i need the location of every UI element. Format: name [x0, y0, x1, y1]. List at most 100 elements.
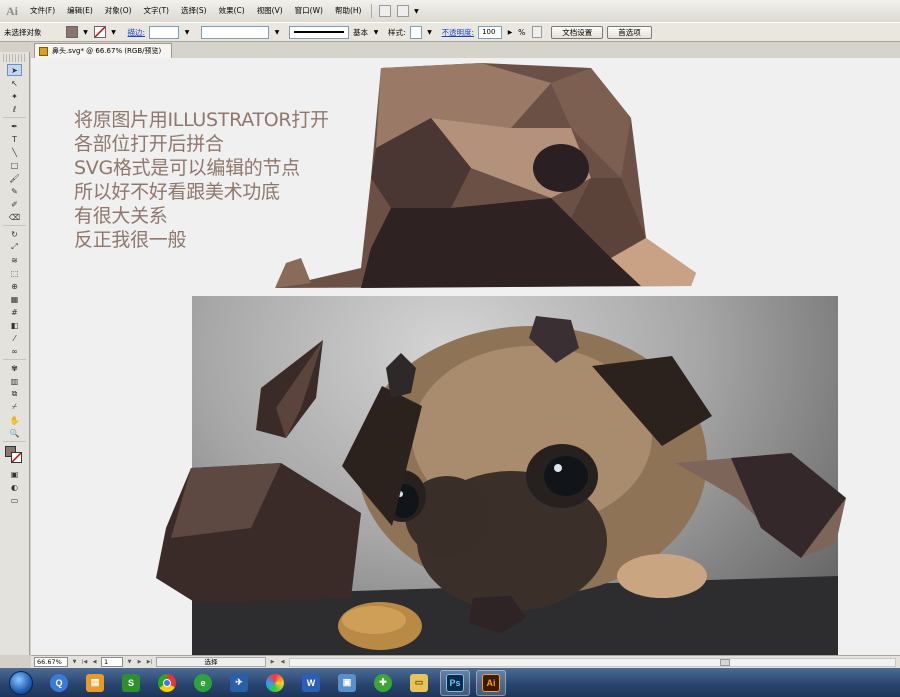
next-artboard-button[interactable]: ▶ — [136, 658, 143, 667]
illustrator-icon[interactable]: Ai — [476, 669, 506, 696]
scale-tool-icon[interactable]: ⤢ — [7, 241, 22, 253]
artboard-tool-icon[interactable]: ⧉ — [7, 388, 22, 400]
eraser-tool-icon[interactable]: ⌫ — [7, 211, 22, 223]
start-button[interactable] — [4, 668, 38, 697]
windows-taskbar: Q ▤ S e ✈ W ▣ ✚ ▭ Ps Ai — [0, 668, 900, 697]
menu-window[interactable]: 窗口(W) — [289, 0, 329, 22]
scrollbar-thumb[interactable] — [720, 658, 730, 666]
stroke-weight-dropdown-icon[interactable]: ▼ — [183, 26, 191, 38]
gradient-tool-icon[interactable]: ◧ — [7, 319, 22, 331]
symbol-sprayer-tool-icon[interactable]: ✾ — [7, 362, 22, 374]
note-line: 反正我很一般 — [74, 229, 187, 251]
lasso-tool-icon[interactable]: ℓ — [7, 103, 22, 115]
colorful-ball-icon[interactable] — [260, 670, 290, 696]
first-artboard-button[interactable]: |◀ — [81, 658, 88, 667]
rectangle-tool-icon[interactable]: □ — [7, 159, 22, 171]
photoshop-icon[interactable]: Ps — [440, 669, 470, 696]
menu-type[interactable]: 文字(T) — [138, 0, 175, 22]
menu-effect[interactable]: 效果(C) — [213, 0, 251, 22]
variable-width-field[interactable] — [201, 25, 270, 39]
opacity-dropdown-icon[interactable]: ▶ — [506, 26, 514, 38]
folder-icon[interactable]: ▭ — [404, 670, 434, 696]
artboard-dropdown-icon[interactable]: ▼ — [126, 658, 133, 667]
blend-tool-icon[interactable]: ∞ — [7, 345, 22, 357]
bridge-icon[interactable] — [379, 5, 392, 17]
word-icon[interactable]: W — [296, 670, 326, 696]
last-artboard-button[interactable]: ▶| — [146, 658, 153, 667]
stroke-weight-field[interactable] — [149, 25, 180, 39]
hand-tool-icon[interactable]: ✋ — [7, 414, 22, 426]
column-graph-tool-icon[interactable]: ▥ — [7, 375, 22, 387]
draw-mode-icon[interactable]: ◐ — [7, 481, 22, 493]
color-mode-buttons-icon[interactable]: ▣ — [7, 468, 22, 480]
menu-file[interactable]: 文件(F) — [24, 0, 61, 22]
line-tool-icon[interactable]: ╲ — [7, 146, 22, 158]
arrange-documents-icon[interactable] — [397, 5, 410, 17]
blob-brush-tool-icon[interactable]: ✐ — [7, 198, 22, 210]
green-plus-icon[interactable]: ✚ — [368, 670, 398, 696]
mesh-tool-icon[interactable]: # — [7, 306, 22, 318]
zoom-dropdown-icon[interactable]: ▼ — [71, 658, 78, 667]
stroke-dropdown-icon[interactable]: ▼ — [110, 26, 118, 38]
graphic-style-field[interactable] — [409, 25, 422, 39]
note-line: 将原图片用ILLUSTRATOR打开 — [74, 109, 329, 131]
type-tool-icon[interactable]: T — [7, 133, 22, 145]
free-transform-tool-icon[interactable]: ⬚ — [7, 267, 22, 279]
zoom-level-field[interactable]: 66.67% — [34, 657, 68, 667]
shape-builder-tool-icon[interactable]: ⊕ — [7, 280, 22, 292]
status-menu-icon[interactable]: ▶ — [269, 658, 276, 667]
screen-mode-icon[interactable]: ▭ — [7, 494, 22, 506]
menu-select[interactable]: 选择(S) — [175, 0, 213, 22]
brush-definition-preview[interactable] — [289, 25, 350, 39]
slice-tool-icon[interactable]: ⌿ — [7, 401, 22, 413]
note-line: 所以好不好看跟美术功底 — [74, 181, 280, 203]
previous-artboard-button[interactable]: ◀ — [91, 658, 98, 667]
qq-app-icon[interactable]: Q — [44, 670, 74, 696]
menu-object[interactable]: 对象(O) — [99, 0, 138, 22]
horizontal-scrollbar[interactable] — [289, 657, 896, 667]
magic-wand-tool-icon[interactable]: ✦ — [7, 90, 22, 102]
fill-stroke-proxy[interactable] — [2, 444, 28, 466]
perspective-grid-tool-icon[interactable]: ▦ — [7, 293, 22, 305]
ie-icon[interactable]: e — [188, 670, 218, 696]
chevron-down-icon[interactable]: ▼ — [412, 5, 420, 17]
eyedropper-tool-icon[interactable]: ⁄ — [7, 332, 22, 344]
current-tool-status[interactable]: 选择 — [156, 657, 266, 667]
style-dropdown-icon[interactable]: ▼ — [426, 26, 434, 38]
bird-app-icon[interactable]: ✈ — [224, 670, 254, 696]
stroke-proxy-swatch[interactable] — [10, 452, 22, 463]
rotate-tool-icon[interactable]: ↻ — [7, 228, 22, 240]
selection-tool-icon[interactable]: ➤ — [7, 64, 22, 76]
variable-width-dropdown-icon[interactable]: ▼ — [273, 26, 281, 38]
scroll-left-icon[interactable]: ◀ — [279, 658, 286, 667]
document-setup-button[interactable]: 文档设置 — [551, 25, 604, 39]
toolbox-grip[interactable] — [3, 54, 26, 62]
menu-view[interactable]: 视图(V) — [251, 0, 289, 22]
opacity-panel-link[interactable]: 不透明度: — [442, 27, 475, 38]
artboard-number-field[interactable]: 1 — [101, 657, 123, 667]
fill-color-swatch[interactable] — [65, 26, 78, 38]
pencil-tool-icon[interactable]: ✎ — [7, 185, 22, 197]
document-tab[interactable]: 鼻头.svg* @ 66.67% (RGB/预览) — [34, 43, 173, 58]
artboard-canvas[interactable]: 将原图片用ILLUSTRATOR打开 各部位打开后拼合 SVG格式是可以编辑的节… — [31, 58, 900, 655]
brush-dropdown-icon[interactable]: ▼ — [372, 26, 380, 38]
recolor-artwork-icon[interactable] — [532, 26, 543, 38]
file-explorer-green-icon[interactable]: ▤ — [80, 670, 110, 696]
pen-tool-icon[interactable]: ✒ — [7, 120, 22, 132]
width-tool-icon[interactable]: ≋ — [7, 254, 22, 266]
remote-desktop-icon[interactable]: ▣ — [332, 670, 362, 696]
direct-selection-tool-icon[interactable]: ↖ — [7, 77, 22, 89]
opacity-field[interactable]: 100 — [478, 25, 503, 39]
menu-edit[interactable]: 编辑(E) — [61, 0, 99, 22]
annotation-text[interactable]: 将原图片用ILLUSTRATOR打开 各部位打开后拼合 SVG格式是可以编辑的节… — [74, 108, 329, 252]
wps-s-icon[interactable]: S — [116, 670, 146, 696]
stroke-panel-link[interactable]: 描边: — [128, 27, 146, 38]
style-label: 样式: — [388, 27, 406, 37]
paintbrush-tool-icon[interactable]: 🖌 — [7, 172, 22, 184]
chrome-icon[interactable] — [152, 670, 182, 696]
fill-dropdown-icon[interactable]: ▼ — [82, 26, 90, 38]
preferences-button[interactable]: 首选项 — [607, 25, 652, 39]
stroke-color-swatch[interactable] — [93, 26, 106, 38]
zoom-tool-icon[interactable]: 🔍 — [7, 427, 22, 439]
menu-help[interactable]: 帮助(H) — [329, 0, 368, 22]
